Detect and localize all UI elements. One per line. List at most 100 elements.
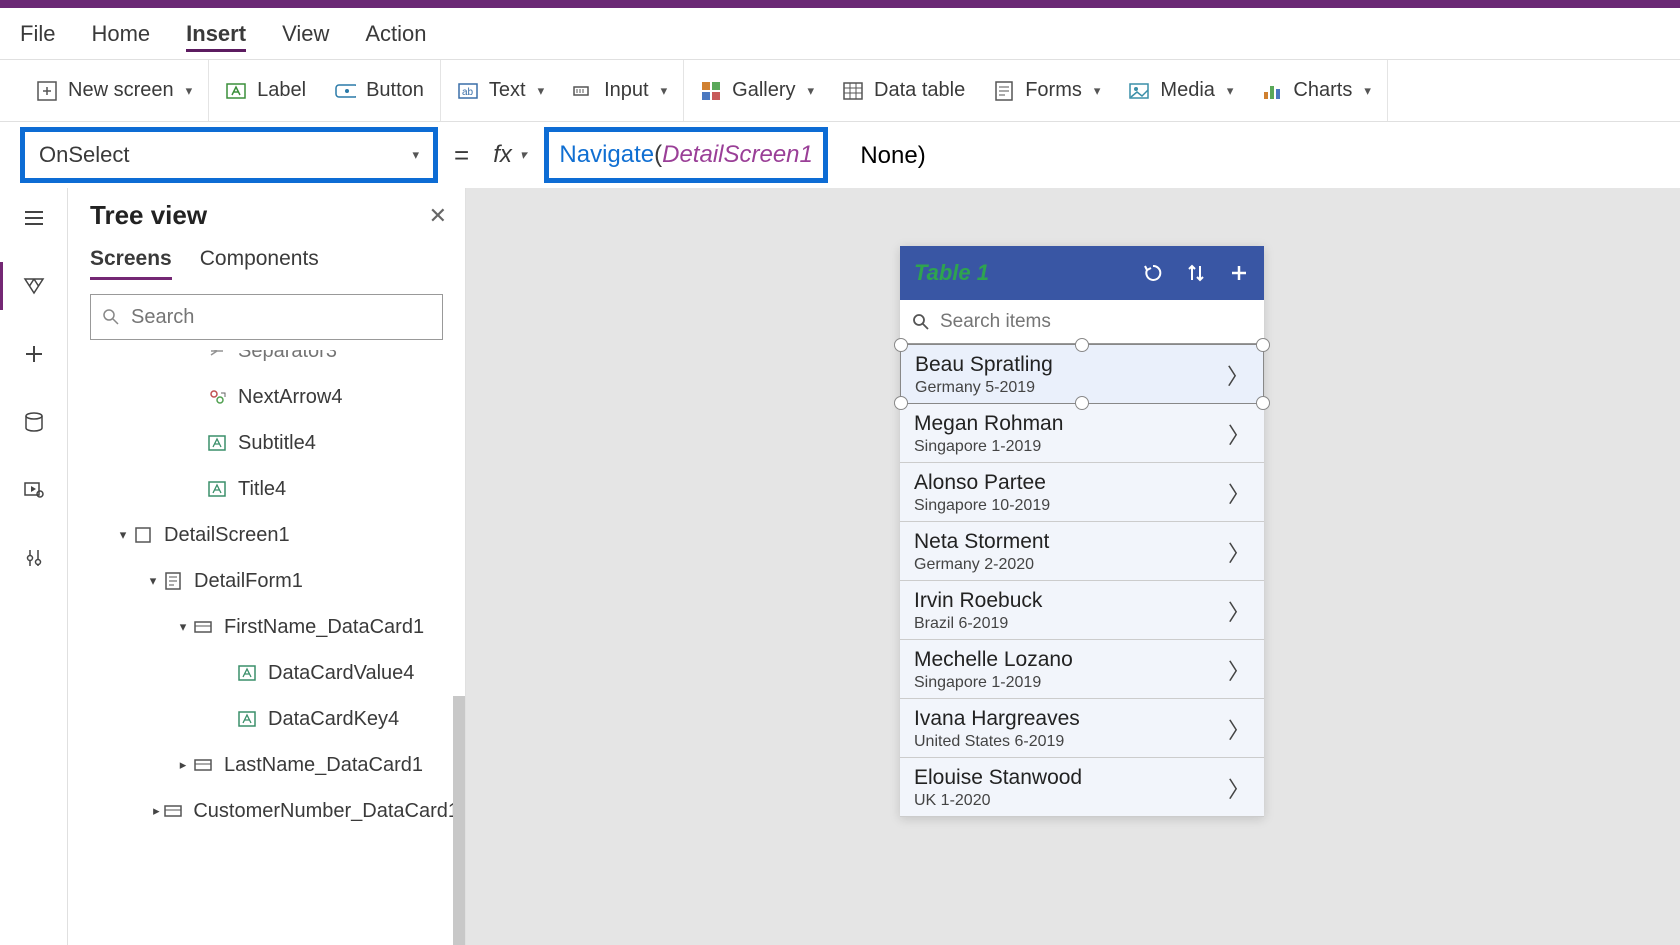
data-table-label: Data table — [874, 79, 965, 102]
button-button[interactable]: Button — [334, 79, 424, 102]
input-button[interactable]: Input ▾ — [572, 79, 667, 102]
list-item[interactable]: Beau Spratling Germany 5-2019 〉 — [900, 344, 1264, 404]
hamburger-button[interactable] — [16, 200, 52, 236]
insert-rail-button[interactable] — [16, 336, 52, 372]
data-table-button[interactable]: Data table — [842, 79, 965, 102]
node-label: DataCardValue4 — [268, 662, 414, 685]
list-item[interactable]: Mechelle Lozano Singapore 1-2019 〉 — [900, 640, 1264, 699]
app-search-input[interactable] — [940, 311, 1252, 333]
item-subtitle: Germany 2-2020 — [914, 556, 1049, 574]
tree-search-box[interactable] — [90, 294, 443, 340]
add-button[interactable] — [1228, 262, 1250, 284]
list-item[interactable]: Irvin Roebuck Brazil 6-2019 〉 — [900, 581, 1264, 640]
media-button[interactable]: Media ▾ — [1128, 79, 1233, 102]
close-button[interactable]: ✕ — [429, 203, 447, 229]
formula-paren: ( — [654, 141, 662, 169]
ribbon-bar: New screen ▾ Label Button ab Text ▾ Inpu… — [0, 60, 1680, 122]
tab-screens[interactable]: Screens — [90, 247, 172, 280]
expand-icon[interactable]: ▸ — [149, 803, 163, 819]
property-selector[interactable]: OnSelect ▾ — [20, 127, 438, 183]
media-rail-button[interactable] — [16, 472, 52, 508]
expand-icon[interactable]: ▾ — [174, 619, 192, 635]
list-item[interactable]: Ivana Hargreaves United States 6-2019 〉 — [900, 699, 1264, 758]
menu-file[interactable]: File — [20, 21, 55, 47]
menu-view[interactable]: View — [282, 21, 329, 47]
tree-node[interactable]: Separator3 — [68, 350, 459, 374]
expand-icon[interactable]: ▸ — [174, 757, 192, 773]
selection-handle[interactable] — [894, 396, 908, 410]
formula-rest[interactable]: None) — [846, 141, 926, 170]
app-header: Table 1 — [900, 246, 1264, 300]
text-button[interactable]: ab Text ▾ — [457, 79, 544, 102]
node-label: Title4 — [238, 478, 286, 501]
node-label: DataCardKey4 — [268, 708, 399, 731]
tab-components[interactable]: Components — [200, 247, 319, 280]
chevron-right-icon[interactable]: 〉 — [1227, 359, 1249, 391]
title-bar-stripe — [0, 0, 1680, 8]
node-label: Separator3 — [238, 350, 337, 363]
label-text: Label — [257, 79, 306, 102]
fx-button[interactable]: fx ▾ — [493, 141, 526, 169]
tree-node[interactable]: ▸ CustomerNumber_DataCard1 — [68, 788, 459, 834]
chevron-right-icon[interactable]: 〉 — [1228, 654, 1250, 686]
chevron-right-icon[interactable]: 〉 — [1228, 536, 1250, 568]
refresh-button[interactable] — [1142, 262, 1164, 284]
button-text: Button — [366, 79, 424, 102]
advanced-rail-button[interactable] — [16, 540, 52, 576]
tree-node[interactable]: DataCardKey4 — [68, 696, 459, 742]
tree-node[interactable]: Title4 — [68, 466, 459, 512]
item-name: Neta Storment — [914, 530, 1049, 554]
scrollbar-thumb[interactable] — [453, 696, 465, 945]
tree-node[interactable]: ▾ FirstName_DataCard1 — [68, 604, 459, 650]
node-icon — [206, 386, 228, 408]
tree-node[interactable]: NextArrow4 — [68, 374, 459, 420]
selection-handle[interactable] — [1075, 396, 1089, 410]
list-item[interactable]: Megan Rohman Singapore 1-2019 〉 — [900, 404, 1264, 463]
tree-node[interactable]: DataCardValue4 — [68, 650, 459, 696]
expand-icon[interactable]: ▾ — [144, 573, 162, 589]
label-button[interactable]: Label — [225, 79, 306, 102]
chevron-right-icon[interactable]: 〉 — [1228, 772, 1250, 804]
input-label: Input — [604, 79, 648, 102]
equals-sign: = — [454, 140, 469, 171]
tree-node[interactable]: ▾ DetailScreen1 — [68, 512, 459, 558]
selection-handle[interactable] — [1256, 396, 1270, 410]
sort-button[interactable] — [1186, 262, 1206, 284]
gallery-list: Beau Spratling Germany 5-2019 〉 Megan Ro… — [900, 344, 1264, 817]
list-item[interactable]: Neta Storment Germany 2-2020 〉 — [900, 522, 1264, 581]
charts-button[interactable]: Charts ▾ — [1261, 79, 1370, 102]
tree-search-input[interactable] — [131, 306, 432, 329]
expand-icon[interactable]: ▾ — [114, 527, 132, 543]
tree-node[interactable]: ▸ LastName_DataCard1 — [68, 742, 459, 788]
menu-home[interactable]: Home — [91, 21, 150, 47]
chevron-right-icon[interactable]: 〉 — [1228, 713, 1250, 745]
chevron-right-icon[interactable]: 〉 — [1228, 477, 1250, 509]
node-icon — [163, 800, 183, 822]
formula-function-name: Navigate — [559, 141, 654, 169]
menu-insert[interactable]: Insert — [186, 21, 246, 52]
chevron-down-icon: ▾ — [520, 147, 527, 163]
list-item[interactable]: Elouise Stanwood UK 1-2020 〉 — [900, 758, 1264, 817]
node-icon — [236, 708, 258, 730]
tree-node[interactable]: Subtitle4 — [68, 420, 459, 466]
gallery-button[interactable]: Gallery ▾ — [700, 79, 814, 102]
node-label: NextArrow4 — [238, 386, 342, 409]
chevron-right-icon[interactable]: 〉 — [1228, 595, 1250, 627]
forms-label: Forms — [1025, 79, 1082, 102]
node-icon — [206, 478, 228, 500]
new-screen-button[interactable]: New screen ▾ — [36, 79, 192, 102]
data-rail-button[interactable] — [16, 404, 52, 440]
node-icon — [236, 662, 258, 684]
canvas-area[interactable]: Table 1 Beau Spratling Germany 5-2019 〉 … — [466, 188, 1680, 945]
selection-handle[interactable] — [1256, 338, 1270, 352]
formula-input-highlight[interactable]: Navigate(DetailScreen1 — [544, 127, 827, 183]
selection-handle[interactable] — [1075, 338, 1089, 352]
tree-node[interactable]: ▾ DetailForm1 — [68, 558, 459, 604]
list-item[interactable]: Alonso Partee Singapore 10-2019 〉 — [900, 463, 1264, 522]
forms-button[interactable]: Forms ▾ — [993, 79, 1100, 102]
menu-action[interactable]: Action — [365, 21, 426, 47]
chevron-right-icon[interactable]: 〉 — [1228, 418, 1250, 450]
tree-view-button[interactable] — [16, 268, 52, 304]
chevron-down-icon: ▾ — [1094, 83, 1101, 99]
selection-handle[interactable] — [894, 338, 908, 352]
